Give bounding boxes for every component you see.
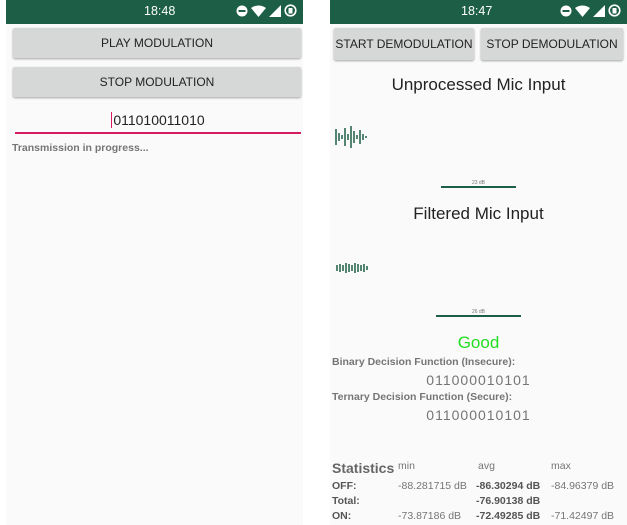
- status-time: 18:47: [461, 4, 493, 18]
- unprocessed-title: Unprocessed Mic Input: [391, 75, 566, 94]
- stats-row-label: Total:: [332, 495, 360, 507]
- modulation-screen: 18:48 PLAY MODULATION STOP MODULATION 01…: [6, 0, 303, 525]
- stats-off-min: -88.281715 dB: [398, 480, 467, 492]
- stop-modulation-button[interactable]: STOP MODULATION: [13, 67, 301, 97]
- bit-sequence-value: 011010011010: [111, 112, 205, 128]
- stats-on-min: -73.87186 dB: [398, 510, 462, 522]
- status-bar: 18:48: [6, 0, 303, 24]
- signal-icon: [593, 4, 605, 17]
- filtered-waveform: [336, 263, 368, 273]
- stats-total-avg: -76.90138 dB: [476, 495, 541, 507]
- statistics-title: Statistics: [332, 460, 395, 476]
- stats-on-max: -71.42497 dB: [551, 510, 615, 522]
- status-bar: 18:47: [330, 0, 627, 24]
- bit-sequence-input[interactable]: 011010011010: [15, 104, 301, 134]
- binary-decision-value: 011000010101: [426, 372, 531, 388]
- transmission-status: Transmission in progress...: [12, 142, 149, 154]
- ternary-decision-value: 011000010101: [426, 407, 531, 423]
- wifi-icon: [575, 5, 590, 17]
- unprocessed-level-bar: [441, 186, 516, 188]
- stats-row-label: ON:: [332, 510, 352, 522]
- play-modulation-button[interactable]: PLAY MODULATION: [13, 28, 301, 58]
- quality-indicator: Good: [457, 333, 500, 352]
- battery-saver-icon: [608, 4, 621, 17]
- stats-row-label: OFF:: [332, 480, 357, 492]
- demodulation-screen: 18:47 START DEMODULATION STOP DEMODULATI…: [330, 0, 627, 525]
- stats-header-min: min: [398, 460, 415, 472]
- stats-header-max: max: [551, 460, 571, 472]
- ternary-decision-label: Ternary Decision Function (Secure):: [332, 391, 513, 403]
- wifi-icon: [251, 5, 266, 17]
- stats-off-max: -84.96379 dB: [551, 480, 615, 492]
- stats-on-avg: -72.49285 dB: [476, 510, 541, 522]
- filtered-level-bar: [436, 315, 521, 317]
- unprocessed-waveform: [335, 126, 367, 148]
- binary-decision-label: Binary Decision Function (Insecure):: [332, 356, 516, 368]
- status-time: 18:48: [144, 4, 176, 18]
- do-not-disturb-icon: [560, 5, 572, 16]
- start-demodulation-button[interactable]: START DEMODULATION: [334, 28, 474, 60]
- battery-saver-icon: [284, 4, 297, 17]
- filtered-title: Filtered Mic Input: [413, 204, 544, 223]
- signal-icon: [269, 4, 281, 17]
- stats-off-avg: -86.30294 dB: [476, 480, 541, 492]
- stop-demodulation-button[interactable]: STOP DEMODULATION: [481, 28, 623, 60]
- stats-header-avg: avg: [478, 460, 495, 472]
- do-not-disturb-icon: [236, 5, 248, 16]
